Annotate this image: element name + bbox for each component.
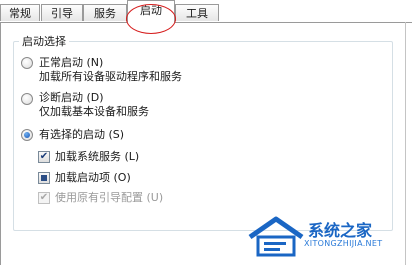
tab-tools[interactable]: 工具 bbox=[175, 4, 219, 21]
normal-startup-radio[interactable] bbox=[21, 57, 33, 69]
tab-strip: 常规 引导 服务 启动 工具 bbox=[0, 0, 412, 23]
diagnostic-startup-description: 仅加载基本设备和服务 bbox=[39, 105, 149, 118]
tab-general[interactable]: 常规 bbox=[0, 4, 40, 21]
load-startup-items-checkbox[interactable] bbox=[38, 172, 50, 184]
watermark-name: 系统之家 bbox=[308, 221, 373, 240]
load-system-services-checkbox[interactable]: ✔ bbox=[38, 151, 50, 163]
watermark-url: XITONGZHIJIA.NET bbox=[304, 239, 383, 248]
site-watermark: 系统之家 XITONGZHIJIA.NET bbox=[246, 213, 412, 265]
normal-startup-description: 加载所有设备驱动程序和服务 bbox=[39, 70, 182, 83]
tab-boot[interactable]: 引导 bbox=[41, 4, 83, 21]
load-system-services-label[interactable]: 加载系统服务 (L) bbox=[55, 148, 139, 164]
house-logo-icon bbox=[248, 216, 304, 257]
tab-services[interactable]: 服务 bbox=[83, 4, 127, 21]
group-legend: 启动选择 bbox=[19, 33, 69, 49]
load-startup-items-label[interactable]: 加载启动项 (O) bbox=[55, 169, 131, 185]
annotation-circle bbox=[126, 4, 176, 34]
use-original-boot-config-checkbox: ✔ bbox=[38, 192, 50, 204]
selective-startup-label[interactable]: 有选择的启动 (S) bbox=[39, 126, 124, 142]
use-original-boot-config-label: 使用原有引导配置 (U) bbox=[55, 191, 164, 204]
selective-startup-radio[interactable] bbox=[21, 129, 33, 141]
diagnostic-startup-radio[interactable] bbox=[21, 93, 33, 105]
